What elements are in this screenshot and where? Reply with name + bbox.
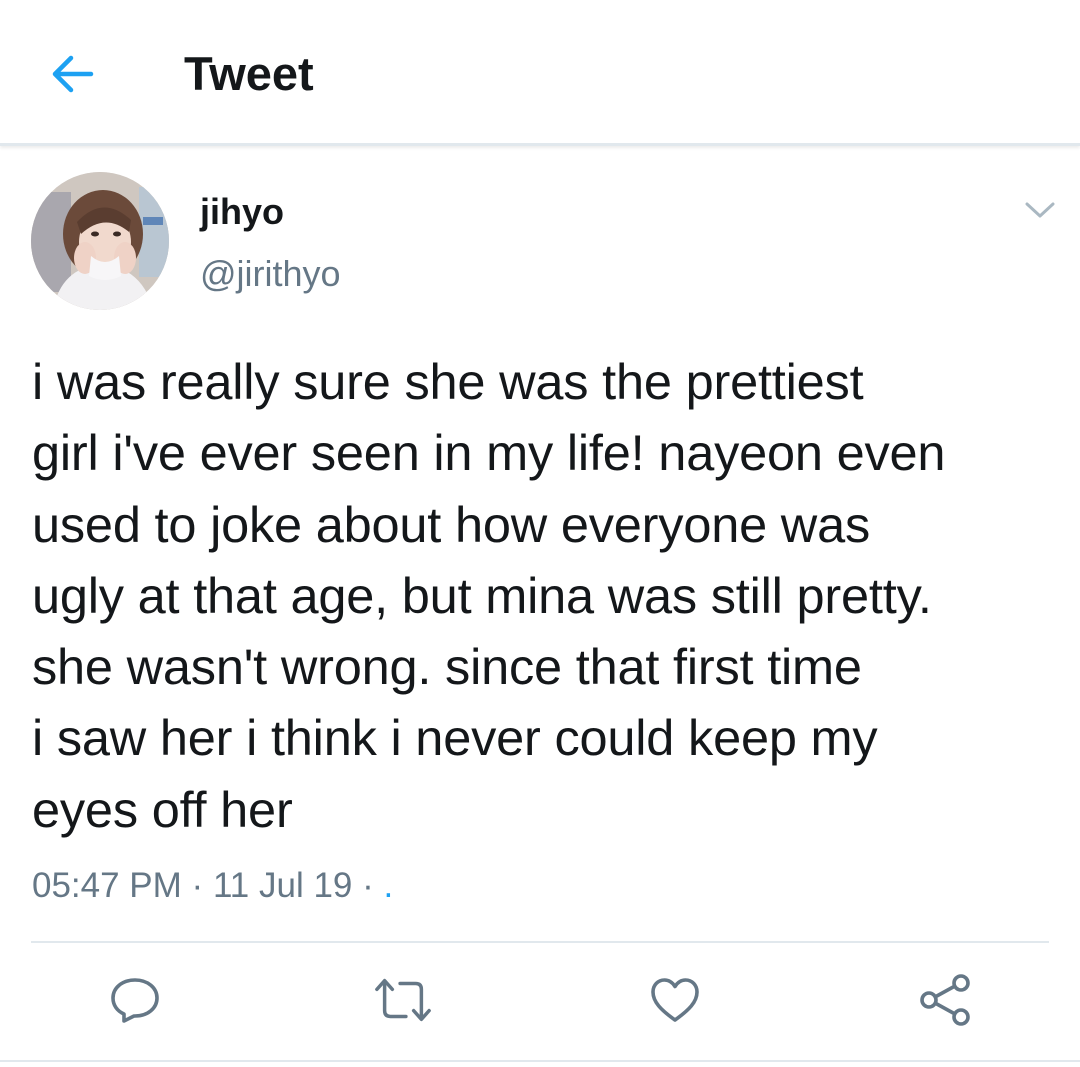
tweet-timestamp: 05:47 PM · 11 Jul 19 · . — [32, 864, 393, 908]
avatar[interactable] — [31, 172, 169, 310]
author-name[interactable]: jihyo — [200, 190, 284, 234]
retweet-icon — [375, 978, 431, 1022]
page-title: Tweet — [184, 47, 314, 100]
meta-separator-2: · — [362, 866, 374, 905]
tweet-options-button[interactable] — [1018, 192, 1062, 228]
profile-photo — [31, 172, 169, 310]
retweet-button[interactable] — [373, 970, 433, 1030]
divider — [31, 941, 1049, 943]
meta-separator: · — [191, 866, 204, 905]
tweet-source-link[interactable]: . — [384, 866, 394, 905]
top-app-bar: Tweet — [0, 0, 1080, 146]
heart-icon — [651, 978, 699, 1022]
arrow-left-icon — [52, 55, 94, 93]
tweet-text: i was really sure she was the prettiest … — [32, 353, 946, 838]
chevron-down-icon — [1025, 202, 1055, 218]
author-handle[interactable]: @jirithyo — [200, 252, 341, 296]
reply-button[interactable] — [105, 970, 165, 1030]
share-icon — [920, 974, 970, 1026]
back-button[interactable] — [44, 46, 100, 102]
like-button[interactable] — [645, 970, 705, 1030]
reply-icon — [111, 978, 159, 1023]
share-button[interactable] — [915, 970, 975, 1030]
tweet-date: 11 Jul 19 — [212, 866, 353, 905]
bottom-divider — [0, 1060, 1080, 1062]
tweet-time: 05:47 PM — [32, 866, 182, 905]
tweet-detail-screen: Tweet jihyo @jirithyo i was really sure … — [0, 0, 1080, 1067]
